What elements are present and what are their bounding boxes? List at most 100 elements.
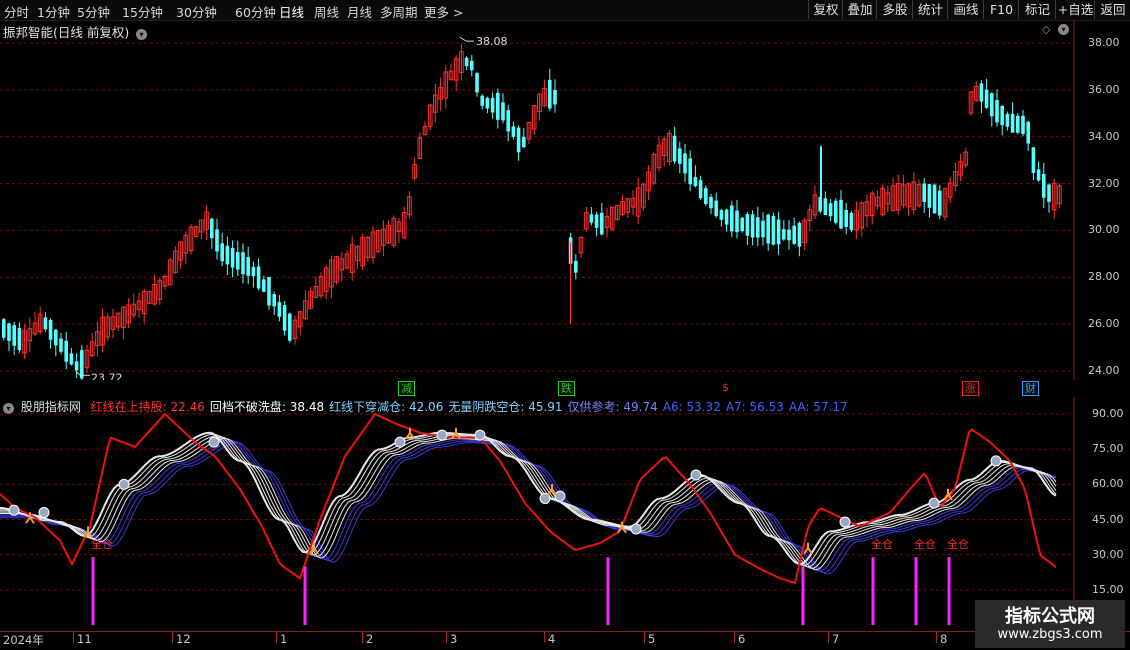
candle-body: [48, 319, 53, 340]
period-tab-0[interactable]: 分时: [4, 2, 29, 21]
shield-icon: [8, 504, 20, 516]
price-y-tick: 38.00: [1088, 36, 1120, 49]
candle-body: [7, 323, 11, 341]
candle-body: [709, 196, 713, 209]
price-chart[interactable]: 38.08 23.72: [0, 20, 1130, 380]
signal-bar: [801, 566, 805, 626]
event-marker-0[interactable]: 减: [398, 381, 415, 396]
watermark-url: www.zbgs3.com: [997, 627, 1103, 642]
period-tab-5[interactable]: 60分钟: [235, 2, 276, 21]
high-marker-line: [459, 36, 474, 42]
indicator-y-tick: 60.00: [1092, 477, 1124, 491]
period-tab-1[interactable]: 1分钟: [37, 2, 70, 21]
indicator-chart[interactable]: 全仓 全仓 全仓 全仓: [0, 397, 1130, 632]
shield-icon: [208, 436, 220, 448]
signal-bar: [91, 557, 95, 626]
candle-body: [984, 89, 989, 108]
candle-body: [995, 99, 999, 123]
candle-body: [782, 229, 786, 240]
price-y-tick: 36.00: [1088, 82, 1120, 96]
candle-body: [74, 361, 79, 371]
candle-body: [719, 210, 724, 220]
toolbar-button-4[interactable]: 画线: [947, 0, 984, 19]
toolbar-button-0[interactable]: 复权: [808, 0, 843, 19]
time-label: 7: [832, 632, 840, 646]
signal-bar: [947, 557, 951, 626]
time-tick: [446, 631, 447, 643]
high-price-label: 38.08: [476, 35, 508, 48]
candle-body: [927, 184, 932, 208]
toolbar-button-8[interactable]: 返回: [1094, 0, 1130, 19]
event-marker-2[interactable]: $: [720, 381, 731, 394]
period-tab-2[interactable]: 5分钟: [77, 2, 110, 21]
candle-body: [516, 127, 521, 153]
candle-body: [730, 205, 734, 232]
period-tab-8[interactable]: 月线: [347, 2, 372, 21]
candle-body: [688, 158, 692, 185]
candle-body: [69, 353, 74, 365]
candle-body: [740, 217, 744, 232]
period-tab-6[interactable]: 日线: [279, 2, 304, 21]
indicator-y-tick: 30.00: [1092, 547, 1124, 561]
candle-body: [787, 229, 791, 241]
candles: [2, 43, 1062, 380]
candle-body: [932, 184, 937, 214]
signal-label: 全仓: [91, 537, 113, 551]
top-toolbar: 分时 1分钟 5分钟 15分钟 30分钟 60分钟 日线 周线 月线 多周期 更多 > 复权 叠加 多股…: [0, 0, 1130, 21]
candle-body: [698, 180, 703, 199]
candle-body: [766, 214, 770, 244]
event-marker-1[interactable]: 跌: [558, 381, 575, 396]
watermark: 指标公式网 www.zbgs3.com: [975, 600, 1125, 648]
time-tick: [73, 631, 74, 643]
time-label: 12: [176, 632, 191, 646]
time-label: 6: [738, 632, 746, 646]
candle-body: [236, 252, 240, 270]
signal-bar: [606, 557, 610, 626]
red-line: [0, 412, 1057, 585]
toolbar-button-6[interactable]: 标记: [1018, 0, 1056, 19]
candle-body: [2, 319, 6, 338]
shield-icon: [38, 507, 50, 519]
candle-body: [251, 266, 256, 277]
candle-body: [844, 209, 848, 227]
candle-body: [761, 220, 765, 238]
candle-body: [823, 198, 828, 215]
low-price-label: 23.72: [91, 372, 123, 380]
shield-icon: [118, 478, 130, 490]
watermark-title: 指标公式网: [1005, 606, 1095, 627]
candle-body: [272, 294, 276, 307]
event-marker-3[interactable]: 涨: [962, 381, 979, 396]
candle-body: [792, 225, 796, 244]
candle-body: [735, 210, 739, 233]
candle-body: [282, 304, 287, 331]
time-tick: [172, 631, 173, 643]
band-line: [0, 431, 1057, 566]
candle-body: [1042, 174, 1046, 198]
period-tab-3[interactable]: 15分钟: [122, 2, 163, 21]
candle-body: [64, 340, 68, 362]
time-axis-line: [0, 631, 1130, 632]
candle-body: [220, 243, 224, 262]
toolbar-button-5[interactable]: F10: [983, 0, 1019, 19]
candle-body: [839, 199, 843, 229]
signal-bar: [914, 557, 918, 626]
toolbar-button-7[interactable]: +自选: [1055, 0, 1095, 19]
period-tab-4[interactable]: 30分钟: [176, 2, 217, 21]
candle-body: [54, 329, 58, 346]
toolbar-button-3[interactable]: 统计: [912, 0, 948, 19]
time-label: 4: [548, 632, 556, 646]
period-tab-9[interactable]: 多周期: [380, 2, 418, 21]
time-label: 1: [280, 632, 288, 646]
candle-body: [215, 229, 219, 252]
candle-body: [225, 245, 230, 265]
shield-icon: [474, 429, 486, 441]
event-marker-4[interactable]: 财: [1022, 381, 1039, 396]
shield-icon: [990, 455, 1002, 467]
candle-body: [43, 317, 48, 330]
period-tab-7[interactable]: 周线: [314, 2, 339, 21]
period-tab-10[interactable]: 更多 >: [424, 2, 463, 21]
toolbar-button-2[interactable]: 多股: [876, 0, 913, 19]
toolbar-button-1[interactable]: 叠加: [842, 0, 877, 19]
shield-icon: [630, 523, 642, 535]
candle-body: [683, 153, 687, 174]
